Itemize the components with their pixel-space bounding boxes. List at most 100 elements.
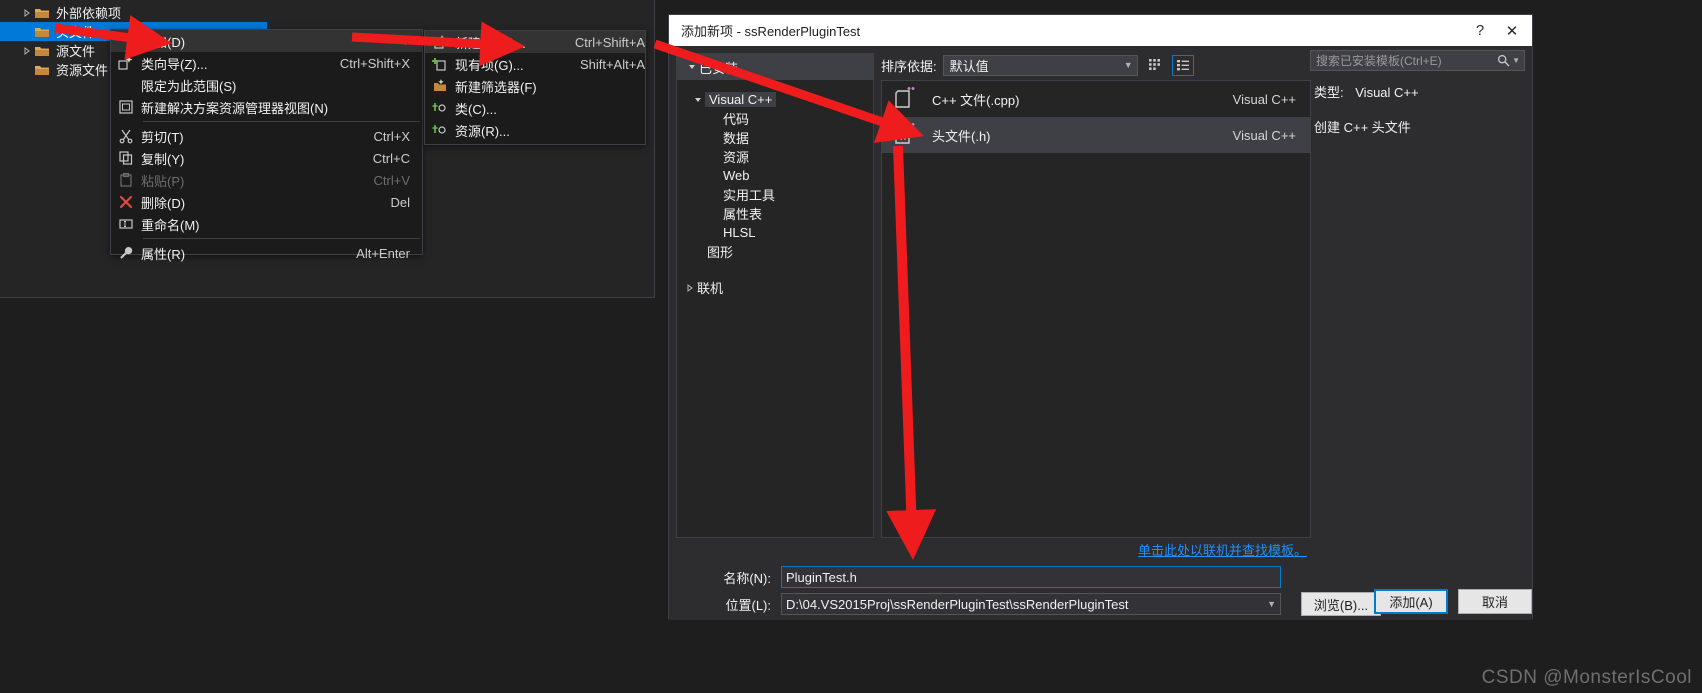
tree-label: 头文件 <box>56 25 96 40</box>
tree-item-code[interactable]: 代码 <box>677 109 873 128</box>
submenu-item-label: 新建筛选器(F) <box>455 79 537 95</box>
paste-icon <box>111 169 141 191</box>
menu-item-shortcut: Del <box>390 194 410 210</box>
menu-item-label: 添加(D) <box>141 34 186 50</box>
caret-collapsed-icon[interactable] <box>683 283 697 292</box>
expander-collapsed-icon[interactable] <box>20 41 34 60</box>
wrench-icon <box>111 242 141 264</box>
installed-group-label: 已安装 <box>699 60 739 76</box>
tree-row-external-deps[interactable]: 外部依赖项 <box>0 3 654 22</box>
detail-type-row: 类型: Visual C++ <box>1314 82 1525 101</box>
submenu-item-class[interactable]: 类(C)... <box>425 97 645 119</box>
template-pane: 排序依据: 默认值 ▼ C++ 文件(.cpp) Visual C++ h 头文… <box>881 53 1311 538</box>
add-new-item-dialog: 添加新项 - ssRenderPluginTest ? ✕ 已安装 Visual… <box>668 14 1533 620</box>
submenu-item-label: 新建项(W)... <box>455 35 526 51</box>
menu-item-new-solution-explorer-view[interactable]: 新建解决方案资源管理器视图(N) <box>111 96 422 118</box>
chevron-down-icon[interactable]: ▼ <box>1512 56 1520 65</box>
template-row-header-file[interactable]: h 头文件(.h) Visual C++ <box>882 117 1310 153</box>
menu-item-shortcut: Ctrl+Shift+X <box>339 55 410 71</box>
dialog-titlebar: 添加新项 - ssRenderPluginTest ? ✕ <box>669 15 1532 46</box>
none-icon <box>111 74 141 96</box>
menu-item-paste: 粘贴(P) Ctrl+V <box>111 169 422 191</box>
browse-button[interactable]: 浏览(B)... <box>1301 592 1381 616</box>
submenu-item-new-item[interactable]: 新建项(W)... Ctrl+Shift+A <box>425 31 645 53</box>
add-button[interactable]: 添加(A) <box>1374 589 1448 614</box>
expander-collapsed-icon[interactable] <box>20 3 34 22</box>
context-menu: 添加(D) 类向导(Z)... Ctrl+Shift+X 限定为此范围(S) 新… <box>110 29 423 262</box>
folder-icon <box>34 5 50 21</box>
submenu-item-resource[interactable]: 资源(R)... <box>425 119 645 141</box>
menu-item-label: 剪切(T) <box>141 129 184 145</box>
tree-item-label: 联机 <box>697 281 724 296</box>
template-category-tree: 已安装 Visual C++ 代码 数据 资源 Web 实用工具 属性表 HLS… <box>676 53 874 538</box>
none-icon <box>111 30 141 52</box>
submenu-item-label: 资源(R)... <box>455 123 510 139</box>
sort-selected-value: 默认值 <box>949 58 989 74</box>
menu-item-scope-to-this[interactable]: 限定为此范围(S) <box>111 74 422 96</box>
add-submenu: 新建项(W)... Ctrl+Shift+A 现有项(G)... Shift+A… <box>424 30 646 145</box>
tree-item-property-sheets[interactable]: 属性表 <box>677 204 873 223</box>
rename-icon <box>111 213 141 235</box>
sort-combobox[interactable]: 默认值 ▼ <box>942 54 1138 76</box>
tree-item-label: 实用工具 <box>723 188 776 203</box>
existing-item-icon <box>425 53 455 75</box>
tile-view-button[interactable] <box>1144 55 1166 76</box>
list-view-button[interactable] <box>1171 54 1194 76</box>
new-item-icon <box>425 31 455 53</box>
location-combobox[interactable]: D:\04.VS2015Proj\ssRenderPluginTest\ssRe… <box>781 593 1281 615</box>
tree-item-web[interactable]: Web <box>677 166 873 185</box>
tree-item-label: HLSL <box>723 225 756 240</box>
name-input-value: PluginTest.h <box>786 569 857 585</box>
chevron-down-icon: ▼ <box>1123 60 1133 70</box>
tree-item-utility[interactable]: 实用工具 <box>677 185 873 204</box>
tree-item-label: Web <box>723 168 750 183</box>
chevron-down-icon[interactable]: ▼ <box>1267 599 1276 609</box>
dialog-body: 已安装 Visual C++ 代码 数据 资源 Web 实用工具 属性表 HLS… <box>669 46 1532 620</box>
tree-item-label: Visual C++ <box>705 92 777 107</box>
caret-expanded-icon[interactable] <box>691 96 705 104</box>
list-view-icon <box>1176 60 1189 71</box>
submenu-item-existing-item[interactable]: 现有项(G)... Shift+Alt+A <box>425 53 645 75</box>
menu-item-cut[interactable]: 剪切(T) Ctrl+X <box>111 125 422 147</box>
menu-item-rename[interactable]: 重命名(M) <box>111 213 422 235</box>
menu-item-shortcut: Ctrl+X <box>373 128 410 144</box>
tree-item-label: 资源 <box>723 150 750 165</box>
menu-item-copy[interactable]: 复制(Y) Ctrl+C <box>111 147 422 169</box>
menu-item-properties[interactable]: 属性(R) Alt+Enter <box>111 242 422 264</box>
help-button[interactable]: ? <box>1464 18 1496 44</box>
expander-none <box>20 22 34 41</box>
tree-item-online[interactable]: 联机 <box>677 278 873 297</box>
folder-icon <box>34 24 50 40</box>
caret-expanded-icon[interactable] <box>685 63 699 71</box>
template-row-cpp-file[interactable]: C++ 文件(.cpp) Visual C++ <box>882 81 1310 117</box>
folder-icon <box>34 43 50 59</box>
menu-item-label: 类向导(Z)... <box>141 56 208 72</box>
menu-item-shortcut: Ctrl+C <box>372 150 410 166</box>
detail-description: 创建 C++ 头文件 <box>1314 120 1411 135</box>
template-details-pane: 类型: Visual C++ 创建 C++ 头文件 <box>1310 76 1525 538</box>
svg-text:h: h <box>900 131 906 143</box>
cancel-button[interactable]: 取消 <box>1458 589 1532 614</box>
menu-item-delete[interactable]: 删除(D) Del <box>111 191 422 213</box>
tree-item-hlsl[interactable]: HLSL <box>677 223 873 242</box>
name-input[interactable]: PluginTest.h <box>781 566 1281 588</box>
find-online-templates-link[interactable]: 单击此处以联机并查找模板。 <box>881 538 1311 560</box>
screenshot-root: 外部依赖项 头文件 源文件 资源文件 添加(D) 类向导(Z)... Ctrl+… <box>0 0 1702 693</box>
submenu-item-shortcut: Ctrl+Shift+A <box>574 34 645 50</box>
tree-label: 资源文件 <box>56 63 109 78</box>
tree-item-graphics[interactable]: 图形 <box>677 242 873 261</box>
installed-group-header[interactable]: 已安装 <box>677 54 873 80</box>
new-view-icon <box>111 96 141 118</box>
submenu-item-new-filter[interactable]: 新建筛选器(F) <box>425 75 645 97</box>
menu-item-class-wizard[interactable]: 类向导(Z)... Ctrl+Shift+X <box>111 52 422 74</box>
search-icon[interactable]: ▼ <box>1497 54 1520 67</box>
cpp-file-icon <box>892 85 920 113</box>
menu-separator <box>143 238 420 239</box>
menu-item-add[interactable]: 添加(D) <box>111 30 422 52</box>
tree-item-data[interactable]: 数据 <box>677 128 873 147</box>
tree-item-visual-cpp[interactable]: Visual C++ <box>677 90 873 109</box>
search-templates-input[interactable]: 搜索已安装模板(Ctrl+E) ▼ <box>1310 50 1525 71</box>
close-button[interactable]: ✕ <box>1496 18 1528 44</box>
detail-type-value: Visual C++ <box>1355 85 1419 100</box>
tree-item-resource[interactable]: 资源 <box>677 147 873 166</box>
